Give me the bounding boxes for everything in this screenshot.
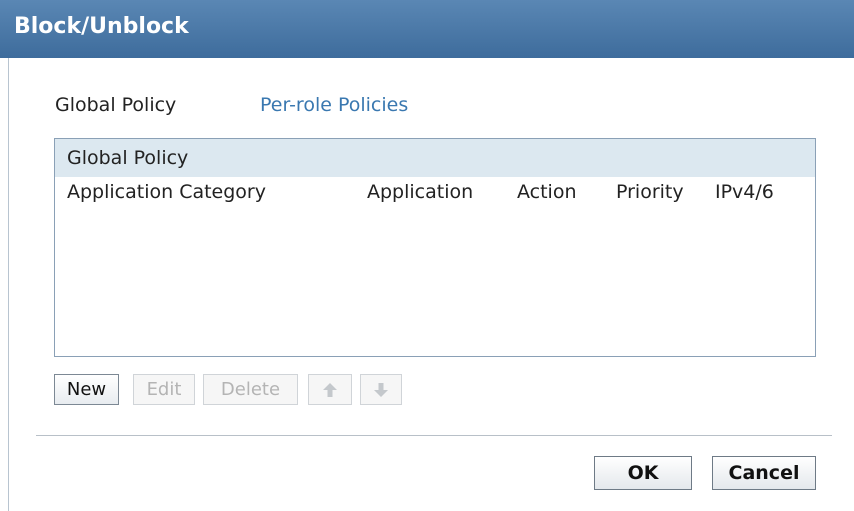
move-down-button[interactable] [360,374,402,405]
column-header-ipv4-6[interactable]: IPv4/6 [715,181,774,203]
column-header-application-category[interactable]: Application Category [67,181,266,203]
footer-divider [36,435,832,436]
arrow-down-icon [374,382,388,397]
delete-button[interactable]: Delete [203,374,298,405]
column-header-application[interactable]: Application [367,181,473,203]
dialog-left-border [8,58,9,511]
block-unblock-dialog: Block/Unblock Global Policy Per-role Pol… [0,0,854,511]
column-header-action[interactable]: Action [517,181,577,203]
tab-per-role-policies[interactable]: Per-role Policies [260,94,408,116]
tab-global-policy[interactable]: Global Policy [55,94,176,116]
dialog-title: Block/Unblock [14,14,189,39]
policy-table: Global Policy Application Category Appli… [54,138,816,357]
cancel-button[interactable]: Cancel [712,456,816,490]
column-header-priority[interactable]: Priority [616,181,684,203]
table-header-row: Application Category Application Action … [55,177,815,211]
move-up-button[interactable] [308,374,352,405]
table-caption: Global Policy [55,139,815,177]
new-button[interactable]: New [54,374,119,405]
table-body-empty[interactable] [55,211,815,356]
dialog-titlebar[interactable]: Block/Unblock [0,0,854,58]
edit-button[interactable]: Edit [133,374,195,405]
ok-button[interactable]: OK [594,456,692,490]
arrow-up-icon [323,382,337,397]
